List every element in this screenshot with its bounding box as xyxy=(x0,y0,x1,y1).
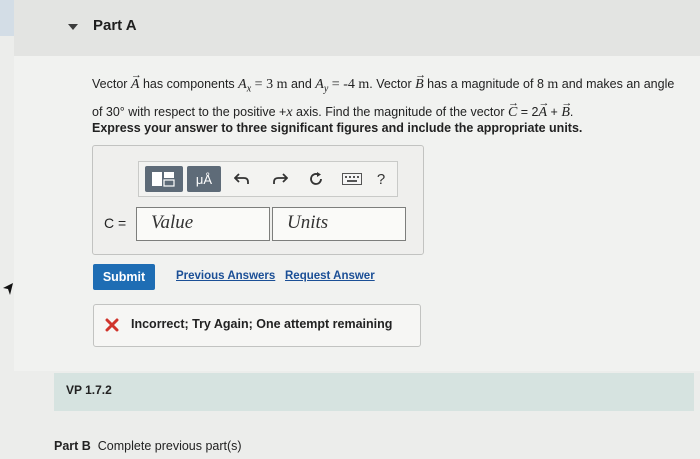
value-input[interactable]: Value xyxy=(136,207,270,241)
part-b-header[interactable]: Part B Complete previous part(s) xyxy=(54,439,242,453)
answer-instruction: Express your answer to three significant… xyxy=(92,121,583,135)
redo-icon xyxy=(273,173,288,184)
units-input[interactable]: Units xyxy=(272,207,406,241)
collapse-triangle-icon[interactable] xyxy=(66,20,80,34)
vp-label: VP 1.7.2 xyxy=(66,383,112,397)
submit-button[interactable]: Submit xyxy=(93,264,155,290)
reset-icon xyxy=(310,172,322,185)
templates-icon xyxy=(152,172,175,187)
feedback-message: Incorrect; Try Again; One attempt remain… xyxy=(131,317,393,331)
part-b-title: Part B xyxy=(54,439,91,453)
part-title: Part A xyxy=(93,17,137,34)
mouse-cursor-icon xyxy=(3,283,13,295)
request-answer-link[interactable]: Request Answer xyxy=(285,270,375,282)
part-b-status: Complete previous part(s) xyxy=(97,439,242,453)
undo-icon xyxy=(234,173,249,184)
reset-button[interactable] xyxy=(305,166,327,192)
help-button[interactable]: ? xyxy=(371,166,391,192)
redo-button[interactable] xyxy=(269,166,291,192)
templates-button[interactable] xyxy=(145,166,183,192)
vp-band xyxy=(54,373,694,411)
keyboard-button[interactable] xyxy=(339,166,365,192)
problem-statement: Vector A has components Ax = 3 m and Ay … xyxy=(92,64,692,124)
incorrect-x-icon xyxy=(105,318,119,332)
previous-answers-link[interactable]: Previous Answers xyxy=(176,270,275,282)
left-edge-bar xyxy=(0,0,14,36)
units-button[interactable]: μÅ xyxy=(187,166,221,192)
answer-label: C = xyxy=(104,215,127,231)
math-toolbar: μÅ ? xyxy=(138,161,398,197)
undo-button[interactable] xyxy=(231,166,253,192)
keyboard-icon xyxy=(342,173,362,185)
